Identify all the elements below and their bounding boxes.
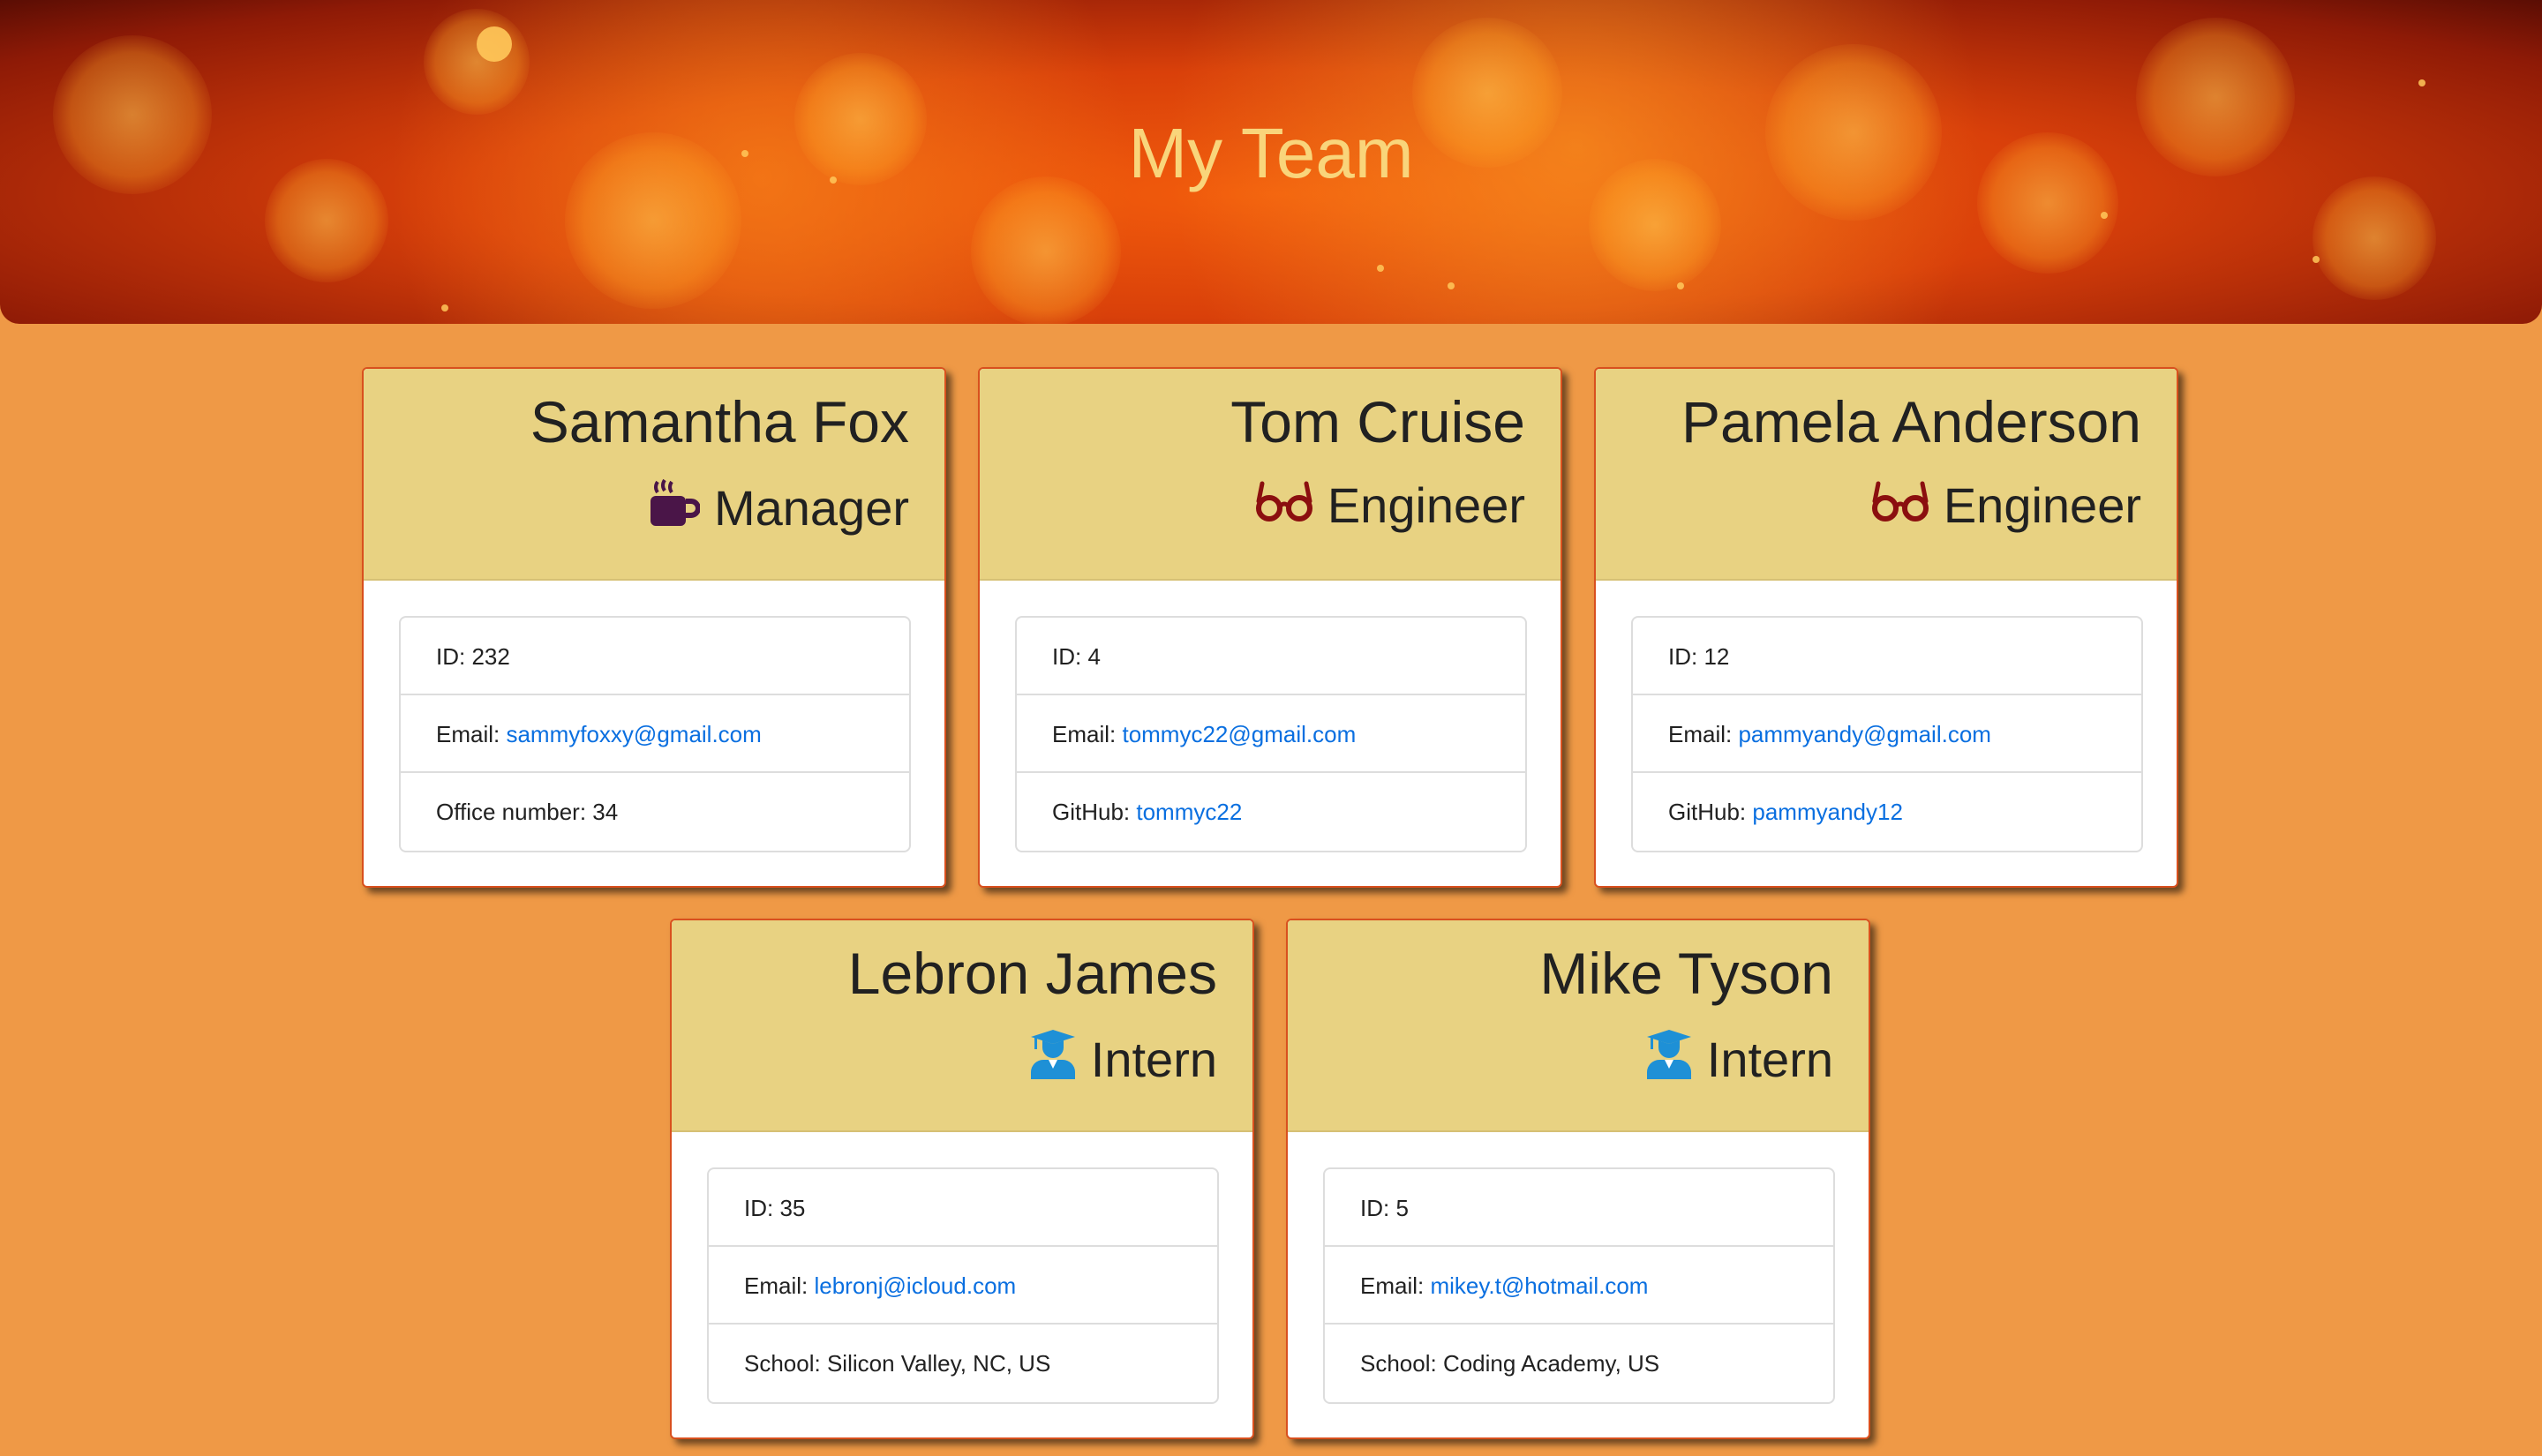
role-label: Engineer (1327, 477, 1525, 533)
employee-card: Mike Tyson Intern ID: 5 Email: mikey.t@h… (1286, 919, 1870, 1439)
page-title: My Team (1128, 114, 1414, 192)
id-row: ID: 12 (1633, 618, 2141, 695)
header-banner: My Team (0, 0, 2542, 324)
employee-role: Engineer (1871, 477, 2141, 534)
email-label: Email: (1052, 721, 1123, 747)
graduate-icon (1645, 1028, 1693, 1091)
email-link[interactable]: mikey.t@hotmail.com (1430, 1272, 1648, 1299)
card-header: Mike Tyson Intern (1288, 920, 1869, 1132)
id-row: ID: 35 (709, 1169, 1217, 1247)
employee-name: Tom Cruise (1230, 389, 1525, 454)
github-link[interactable]: pammyandy12 (1752, 799, 1903, 825)
employee-role: Intern (1645, 1028, 1833, 1091)
role-label: Manager (713, 480, 909, 536)
employee-name: Mike Tyson (1539, 941, 1833, 1006)
role-label: Intern (1090, 1032, 1217, 1087)
info-list: ID: 12 Email: pammyandy@gmail.com GitHub… (1631, 616, 2143, 852)
card-header: Tom Cruise Engineer (980, 369, 1561, 581)
email-link[interactable]: pammyandy@gmail.com (1738, 721, 1990, 747)
email-row: Email: tommyc22@gmail.com (1017, 695, 1525, 773)
info-list: ID: 35 Email: lebronj@icloud.com School:… (707, 1167, 1219, 1404)
employee-card: Samantha Fox Manager ID: 232 Email: samm… (362, 367, 946, 888)
office-number-row: Office number: 34 (436, 799, 619, 825)
email-link[interactable]: sammyfoxxy@gmail.com (506, 721, 761, 747)
employee-role: Manager (649, 477, 909, 539)
id-row: ID: 5 (1325, 1169, 1833, 1247)
card-header: Pamela Anderson Engineer (1596, 369, 2177, 581)
role-label: Engineer (1943, 477, 2141, 533)
employee-role: Engineer (1255, 477, 1525, 534)
employee-name: Pamela Anderson (1681, 389, 2141, 454)
email-row: Email: pammyandy@gmail.com (1633, 695, 2141, 773)
email-label: Email: (436, 721, 507, 747)
info-list: ID: 232 Email: sammyfoxxy@gmail.com Offi… (399, 616, 911, 852)
role-label: Intern (1706, 1032, 1833, 1087)
employee-card: Tom Cruise Engineer ID: 4 Email: tommyc2… (978, 367, 1562, 888)
employee-role: Intern (1029, 1028, 1217, 1091)
card-header: Samantha Fox Manager (364, 369, 944, 581)
email-label: Email: (744, 1272, 815, 1299)
email-link[interactable]: tommyc22@gmail.com (1122, 721, 1356, 747)
info-list: ID: 4 Email: tommyc22@gmail.com GitHub: … (1015, 616, 1527, 852)
employee-card: Lebron James Intern ID: 35 Email: lebron… (670, 919, 1254, 1439)
school-row: School: Silicon Valley, NC, US (744, 1350, 1051, 1377)
github-label: GitHub: (1668, 799, 1753, 825)
github-row: GitHub: pammyandy12 (1633, 773, 2141, 851)
email-row: Email: mikey.t@hotmail.com (1325, 1247, 1833, 1325)
email-row: Email: lebronj@icloud.com (709, 1247, 1217, 1325)
employee-name: Lebron James (847, 941, 1217, 1006)
github-link[interactable]: tommyc22 (1136, 799, 1242, 825)
school-row: School: Coding Academy, US (1360, 1350, 1660, 1377)
github-label: GitHub: (1052, 799, 1137, 825)
employee-card: Pamela Anderson Engineer ID: 12 Email: p… (1594, 367, 2178, 888)
email-link[interactable]: lebronj@icloud.com (814, 1272, 1016, 1299)
graduate-icon (1029, 1028, 1077, 1091)
info-list: ID: 5 Email: mikey.t@hotmail.com School:… (1323, 1167, 1835, 1404)
email-label: Email: (1360, 1272, 1431, 1299)
id-row: ID: 232 (401, 618, 909, 695)
glasses-icon (1255, 477, 1313, 534)
card-header: Lebron James Intern (672, 920, 1252, 1132)
github-row: GitHub: tommyc22 (1017, 773, 1525, 851)
email-label: Email: (1668, 721, 1739, 747)
employee-name: Samantha Fox (530, 389, 909, 454)
glasses-icon (1871, 477, 1929, 534)
id-row: ID: 4 (1017, 618, 1525, 695)
email-row: Email: sammyfoxxy@gmail.com (401, 695, 909, 773)
coffee-mug-icon (649, 477, 701, 539)
